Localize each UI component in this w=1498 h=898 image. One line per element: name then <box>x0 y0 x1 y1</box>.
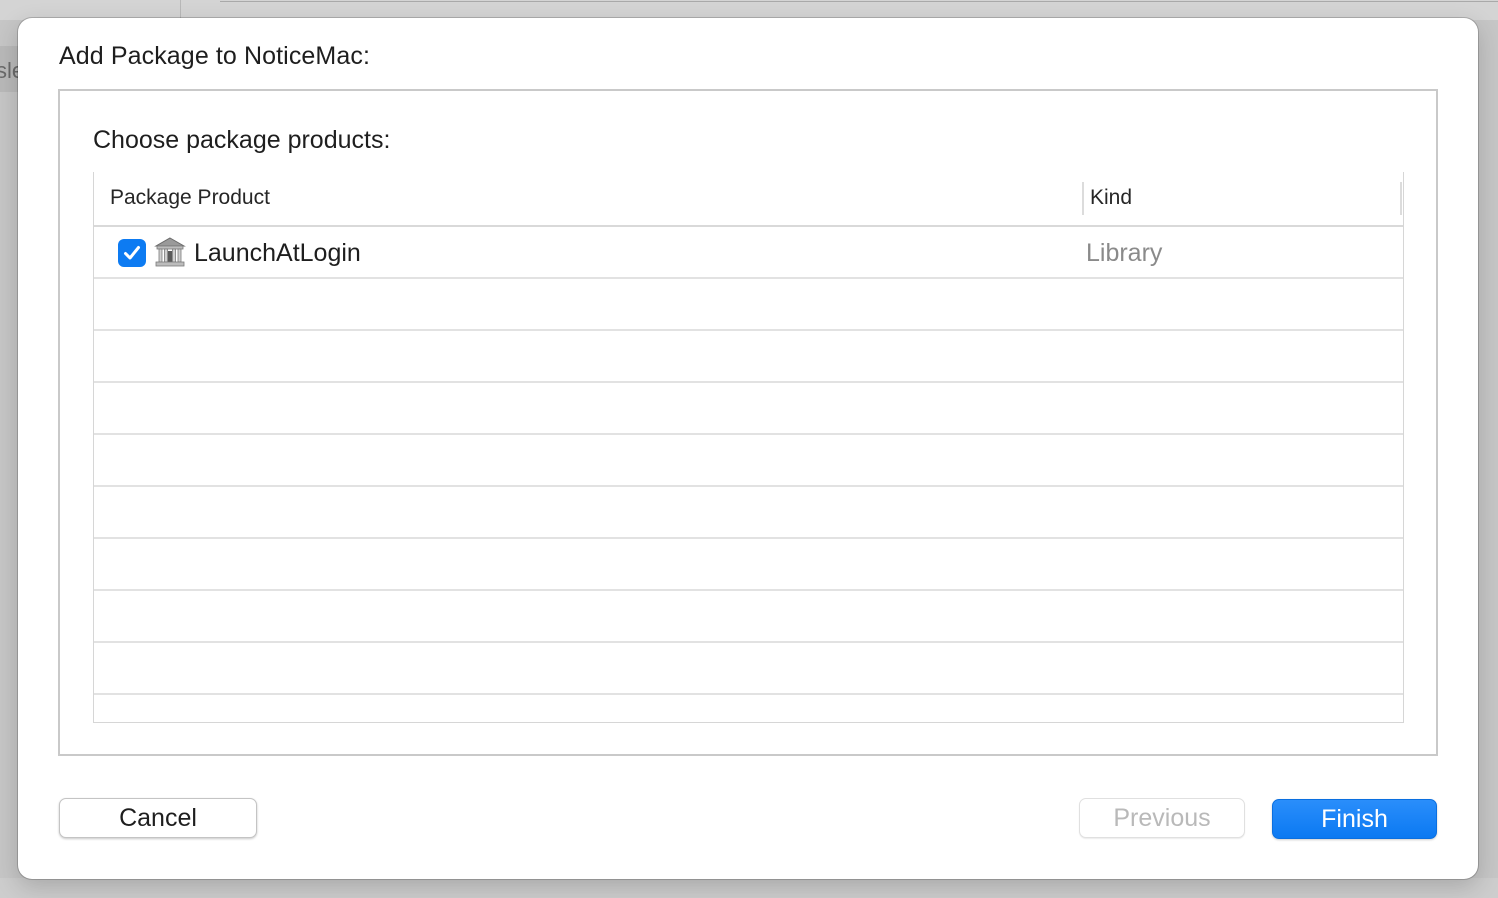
table-row-empty <box>94 383 1403 435</box>
package-products-group: Choose package products: Package Product… <box>58 89 1438 756</box>
table-row-empty <box>94 487 1403 539</box>
table-row[interactable]: LaunchAtLogin Library <box>94 227 1403 279</box>
cancel-button[interactable]: Cancel <box>59 798 257 838</box>
previous-button[interactable]: Previous <box>1079 798 1245 838</box>
package-library-icon <box>154 237 186 267</box>
product-name: LaunchAtLogin <box>194 239 361 267</box>
table-row-empty <box>94 539 1403 591</box>
column-separator[interactable] <box>1400 182 1402 215</box>
table-row-empty <box>94 643 1403 695</box>
table-row-empty <box>94 279 1403 331</box>
background-bottom-bar <box>0 878 1498 898</box>
table-row-empty <box>94 435 1403 487</box>
background-toolbar <box>0 0 1498 20</box>
table-row-empty <box>94 591 1403 643</box>
package-products-table: Package Product Kind LaunchAtLogin Libra… <box>93 172 1404 723</box>
table-header: Package Product Kind <box>94 172 1403 227</box>
table-row-empty <box>94 331 1403 383</box>
background-separator <box>220 1 1498 2</box>
column-header-kind[interactable]: Kind <box>1090 186 1132 210</box>
column-header-package-product[interactable]: Package Product <box>110 186 270 210</box>
add-package-sheet: Add Package to NoticeMac: Choose package… <box>18 18 1478 879</box>
group-subtitle: Choose package products: <box>93 126 391 154</box>
finish-button[interactable]: Finish <box>1272 799 1437 839</box>
sheet-title: Add Package to NoticeMac: <box>59 42 370 70</box>
product-checkbox[interactable] <box>118 239 146 267</box>
checkmark-icon <box>124 246 140 260</box>
product-kind: Library <box>1086 239 1163 267</box>
column-separator[interactable] <box>1082 182 1084 215</box>
